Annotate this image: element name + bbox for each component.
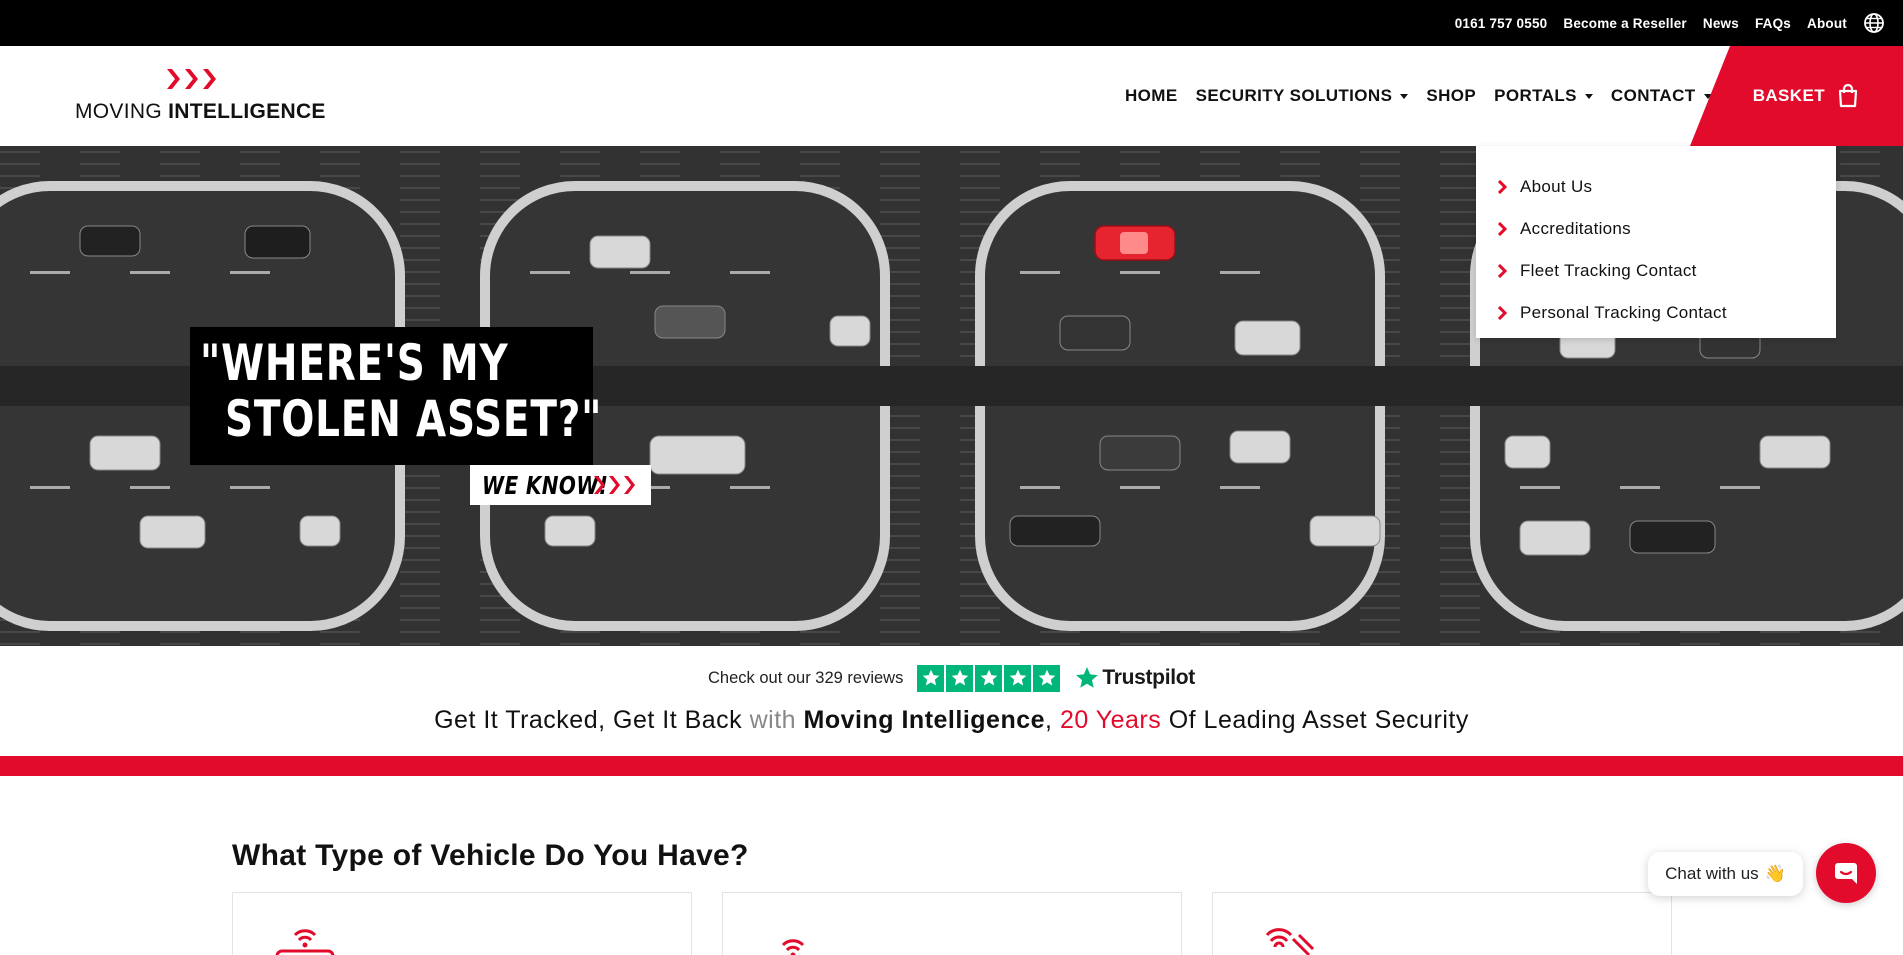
dropdown-item-label: Personal Tracking Contact [1520, 303, 1727, 322]
dropdown-item-label: About Us [1520, 177, 1593, 196]
logo-text-bold: INTELLIGENCE [168, 100, 326, 123]
star-icon [1004, 664, 1032, 692]
vehicle-card-2[interactable] [722, 892, 1182, 955]
basket-button[interactable]: BASKET [1690, 46, 1903, 146]
chat-launcher-button[interactable] [1816, 843, 1876, 903]
chevron-right-icon [1498, 306, 1508, 320]
dropdown-item-fleet-tracking-contact[interactable]: Fleet Tracking Contact [1476, 250, 1836, 292]
faqs-link[interactable]: FAQs [1755, 16, 1791, 31]
dropdown-item-accreditations[interactable]: Accreditations [1476, 208, 1836, 250]
about-link[interactable]: About [1807, 16, 1847, 31]
dropdown-item-personal-tracking-contact[interactable]: Personal Tracking Contact [1476, 292, 1836, 334]
trustpilot-brand: Trustpilot [1102, 666, 1196, 689]
logo-text: MOVING INTELLIGENCE [75, 100, 326, 124]
nav-home-label: HOME [1125, 86, 1178, 105]
star-icon [1033, 664, 1061, 692]
news-link[interactable]: News [1703, 16, 1739, 31]
hero-headline-line1: "WHERE'S MY [200, 334, 509, 392]
wave-emoji: 👋 [1764, 864, 1786, 883]
top-links: 0161 757 0550 Become a Reseller News FAQ… [1455, 0, 1885, 46]
hero-headline-line2: STOLEN ASSET?" [224, 390, 603, 448]
logo-text-regular: MOVING [75, 100, 162, 123]
chevron-right-icon [1498, 180, 1508, 194]
tracker-signal-icon [781, 939, 805, 955]
trustpilot-stars [917, 664, 1061, 692]
trustpilot-reviews-text: Check out our 329 reviews [707, 668, 904, 687]
become-reseller-link[interactable]: Become a Reseller [1563, 16, 1686, 31]
section-title: What Type of Vehicle Do You Have? [232, 839, 749, 872]
nav-shop[interactable]: SHOP [1426, 86, 1476, 106]
tagline: Get It Tracked, Get It Back with Moving … [0, 706, 1903, 735]
tracker-device-icon [275, 929, 335, 955]
tagline-rest: Of Leading Asset Security [1161, 706, 1469, 734]
tracked-vehicle-icon [1265, 928, 1315, 955]
tagline-comma: , [1045, 706, 1060, 734]
star-icon [917, 664, 945, 692]
trustpilot-star-icon [1076, 667, 1099, 688]
star-icon [975, 664, 1003, 692]
tagline-part1: Get It Tracked, Get It Back [434, 706, 750, 734]
main-nav: HOME SECURITY SOLUTIONS SHOP PORTALS CON… [1125, 46, 1712, 146]
nav-home[interactable]: HOME [1125, 86, 1178, 106]
nav-contact[interactable]: CONTACT [1611, 86, 1712, 106]
nav-contact-label: CONTACT [1610, 86, 1696, 105]
logo[interactable]: MOVING INTELLIGENCE [75, 66, 325, 126]
dropdown-item-label: Fleet Tracking Contact [1520, 261, 1697, 280]
main-header: MOVING INTELLIGENCE HOME SECURITY SOLUTI… [0, 46, 1903, 146]
contact-dropdown-menu: About Us Accreditations Fleet Tracking C… [1476, 146, 1836, 338]
chevrons-icon [594, 476, 635, 494]
headline-box: "WHERE'S MY STOLEN ASSET?" [190, 327, 601, 465]
chat-icon [1835, 863, 1857, 884]
vehicle-card-3[interactable] [1212, 892, 1672, 955]
tagline-years: 20 Years [1059, 706, 1162, 734]
hero-headline: "WHERE'S MY STOLEN ASSET?" [200, 335, 602, 447]
caret-down-icon [1584, 94, 1593, 99]
dropdown-item-about-us[interactable]: About Us [1476, 166, 1836, 208]
star-icon [946, 664, 974, 692]
vehicle-card-1[interactable] [232, 892, 692, 955]
nav-security-label: SECURITY SOLUTIONS [1195, 86, 1393, 105]
chevron-right-icon [1498, 264, 1508, 278]
chevron-right-icon [1498, 222, 1508, 236]
dropdown-item-label: Accreditations [1520, 219, 1631, 238]
globe-icon[interactable] [1863, 12, 1885, 34]
chat-label: Chat with us [1665, 864, 1759, 883]
chat-prompt[interactable]: Chat with us 👋 [1648, 852, 1803, 896]
nav-security-solutions[interactable]: SECURITY SOLUTIONS [1196, 86, 1409, 106]
basket-label: BASKET [1752, 86, 1825, 105]
tagline-brand: Moving Intelligence [803, 706, 1046, 734]
red-divider [0, 756, 1903, 776]
phone-link[interactable]: 0161 757 0550 [1455, 16, 1548, 31]
nav-portals-label: PORTALS [1494, 86, 1577, 105]
we-know-text: WE KNOW! [482, 470, 609, 500]
shopping-bag-icon [1838, 84, 1858, 108]
trustpilot-widget[interactable]: Check out our 329 reviews Trustpilot [0, 660, 1903, 696]
top-bar: 0161 757 0550 Become a Reseller News FAQ… [0, 0, 1903, 46]
nav-shop-label: SHOP [1426, 86, 1477, 105]
tagline-with: with [749, 706, 797, 734]
caret-down-icon [1400, 94, 1409, 99]
nav-portals[interactable]: PORTALS [1494, 86, 1593, 106]
trustpilot-logo: Trustpilot [1074, 665, 1195, 691]
we-know-box: WE KNOW! [470, 465, 651, 505]
logo-chevrons-icon [167, 69, 216, 89]
